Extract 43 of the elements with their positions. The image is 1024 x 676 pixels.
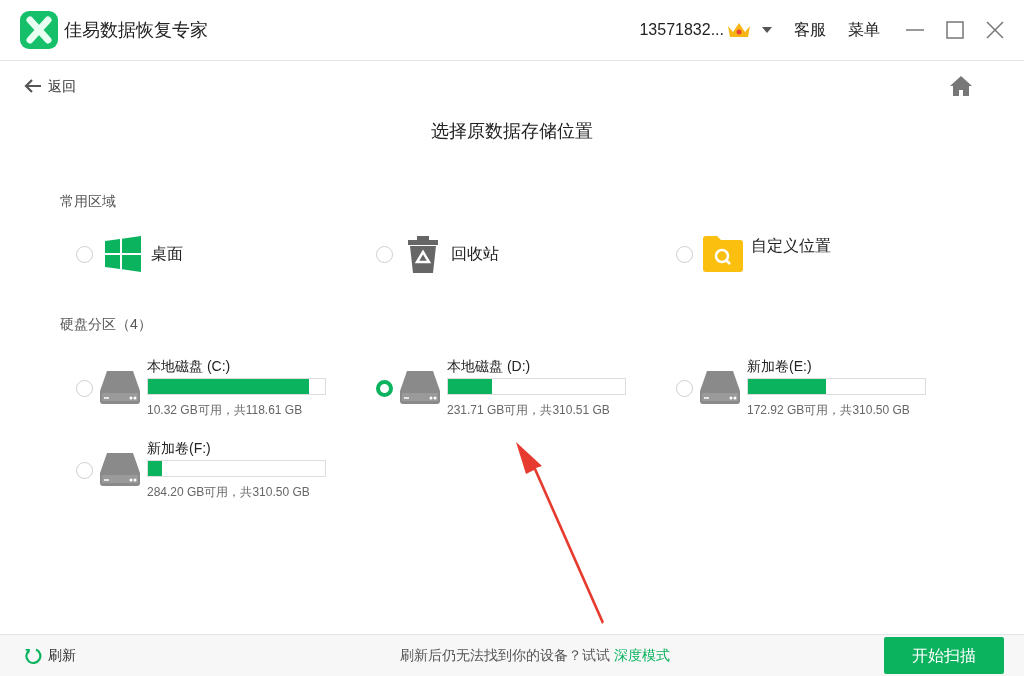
disk-capacity: 284.20 GB可用，共310.50 GB bbox=[147, 484, 311, 501]
location-label[interactable]: 回收站 bbox=[451, 242, 499, 266]
app-logo-icon bbox=[20, 11, 58, 49]
hard-drive-icon bbox=[699, 371, 741, 405]
hard-drive-icon bbox=[99, 371, 141, 405]
location-label[interactable]: 自定义位置 bbox=[751, 234, 831, 258]
header-button[interactable]: 客服 bbox=[794, 18, 826, 42]
section-label: 常用区域 bbox=[60, 192, 117, 211]
trash-bin-icon bbox=[406, 234, 440, 274]
disk-name[interactable]: 本地磁盘 (C:) bbox=[147, 357, 326, 375]
home-icon[interactable] bbox=[950, 76, 972, 96]
disk-capacity: 172.92 GB可用，共310.50 GB bbox=[747, 402, 911, 419]
radio-button[interactable] bbox=[376, 245, 393, 263]
window-title: 佳易数据恢复专家 bbox=[64, 18, 208, 42]
radio-button[interactable] bbox=[76, 245, 93, 263]
radio-button[interactable] bbox=[676, 379, 693, 397]
disk-name[interactable]: 新加卷(E:) bbox=[747, 357, 926, 375]
back-arrow-icon bbox=[24, 78, 42, 94]
dropdown-caret-icon[interactable] bbox=[762, 27, 772, 33]
disk-capacity: 10.32 GB可用，共118.61 GB bbox=[147, 402, 304, 419]
account-name: 13571832... bbox=[639, 20, 724, 40]
radio-button[interactable] bbox=[76, 379, 93, 397]
location-label[interactable]: 桌面 bbox=[151, 242, 183, 266]
refresh-icon bbox=[24, 646, 42, 665]
hard-drive-icon bbox=[399, 371, 441, 405]
windows-icon bbox=[105, 236, 141, 272]
page-heading: 选择原数据存储位置 bbox=[430, 120, 594, 143]
radio-button[interactable] bbox=[376, 379, 393, 397]
radio-button[interactable] bbox=[76, 461, 93, 479]
section-label: 硬盘分区（4） bbox=[60, 315, 153, 334]
header-button[interactable]: 菜单 bbox=[848, 18, 880, 42]
refresh-button[interactable]: 刷新 bbox=[24, 645, 76, 666]
disk-name[interactable]: 新加卷(F:) bbox=[147, 439, 326, 457]
maximize-icon[interactable] bbox=[946, 21, 964, 39]
disk-name[interactable]: 本地磁盘 (D:) bbox=[447, 357, 626, 375]
back-button[interactable]: 返回 bbox=[24, 75, 76, 97]
hard-drive-icon bbox=[99, 453, 141, 487]
close-icon[interactable] bbox=[986, 21, 1004, 39]
folder-search-icon bbox=[703, 236, 743, 272]
radio-button[interactable] bbox=[676, 245, 693, 263]
hint-text: 刷新后仍无法找到你的设备？试试 bbox=[400, 646, 610, 665]
minimize-icon[interactable] bbox=[906, 29, 924, 31]
disk-capacity: 231.71 GB可用，共310.51 GB bbox=[447, 402, 611, 419]
